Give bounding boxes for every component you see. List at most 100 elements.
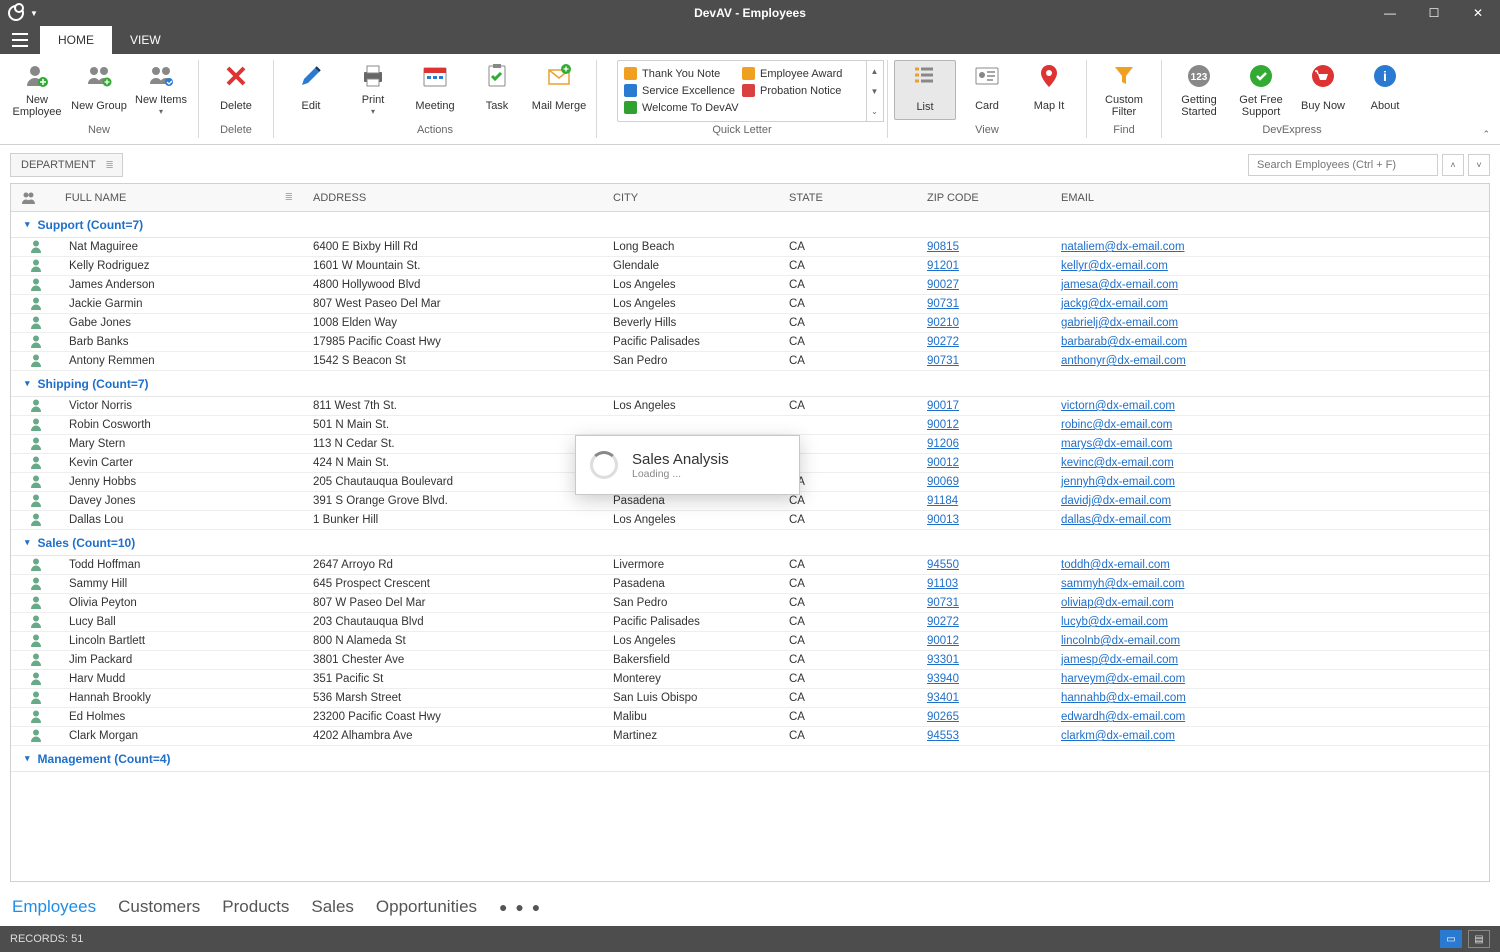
window-minimize-button[interactable]: —: [1368, 0, 1412, 26]
quick-letter-emp-award[interactable]: Employee Award: [742, 65, 860, 82]
column-header-icon[interactable]: [11, 191, 55, 205]
ribbon-tab-view[interactable]: VIEW: [112, 26, 179, 54]
group-header-support[interactable]: ▾Support (Count=7): [11, 212, 1489, 238]
edit-button[interactable]: Edit: [280, 60, 342, 118]
cell-address: 1601 W Mountain St.: [303, 260, 603, 272]
cell-email: davidj@dx-email.com: [1051, 495, 1351, 507]
cell-full-name: James Anderson: [55, 279, 303, 291]
table-row[interactable]: Sammy Hill645 Prospect CrescentPasadenaC…: [11, 575, 1489, 594]
cell-city: Los Angeles: [603, 279, 779, 291]
nav-customers[interactable]: Customers: [118, 897, 200, 917]
card-button[interactable]: Card: [956, 60, 1018, 118]
table-row[interactable]: Antony Remmen1542 S Beacon StSan PedroCA…: [11, 352, 1489, 371]
cell-address: 113 N Cedar St.: [303, 438, 603, 450]
ribbon-tab-home[interactable]: HOME: [40, 26, 112, 54]
buy-now-button[interactable]: Buy Now: [1292, 60, 1354, 118]
meeting-button[interactable]: Meeting: [404, 60, 466, 118]
column-header-email[interactable]: EMAIL: [1051, 192, 1351, 204]
column-header-address[interactable]: ADDRESS: [303, 192, 603, 204]
print-icon: [357, 62, 389, 90]
task-button[interactable]: Task: [466, 60, 528, 118]
table-row[interactable]: Gabe Jones1008 Elden WayBeverly HillsCA9…: [11, 314, 1489, 333]
table-row[interactable]: Jackie Garmin807 West Paseo Del MarLos A…: [11, 295, 1489, 314]
app-logo-icon[interactable]: [8, 5, 24, 21]
ribbon-group-quick-letter: Thank You NoteEmployee AwardService Exce…: [597, 54, 887, 144]
table-row[interactable]: Robin Cosworth501 N Main St.90012robinc@…: [11, 416, 1489, 435]
search-next-button[interactable]: ˅: [1468, 154, 1490, 176]
ribbon-group-devexpress: 123GettingStartedGet FreeSupportBuy Nowi…: [1162, 54, 1422, 144]
delete-button[interactable]: Delete: [205, 60, 267, 118]
department-filter-button[interactable]: DEPARTMENT: [10, 153, 123, 177]
table-row[interactable]: Kelly Rodriguez1601 W Mountain St.Glenda…: [11, 257, 1489, 276]
new-group-button[interactable]: New Group: [68, 60, 130, 118]
table-row[interactable]: Lucy Ball203 Chautauqua BlvdPacific Pali…: [11, 613, 1489, 632]
nav-opportunities[interactable]: Opportunities: [376, 897, 477, 917]
table-row[interactable]: Lincoln Bartlett800 N Alameda StLos Ange…: [11, 632, 1489, 651]
person-icon: [11, 614, 55, 631]
get-free-button[interactable]: Get FreeSupport: [1230, 60, 1292, 118]
quick-letter-svc-excel[interactable]: Service Excellence: [624, 82, 742, 99]
group-header-management[interactable]: ▾Management (Count=4): [11, 746, 1489, 772]
column-header-zip[interactable]: ZIP CODE: [917, 192, 1051, 204]
table-row[interactable]: Dallas Lou1 Bunker HillLos AngelesCA9001…: [11, 511, 1489, 530]
column-header-full_name[interactable]: FULL NAME: [55, 192, 303, 204]
quick-letter-up-icon[interactable]: ▲: [866, 61, 883, 81]
cell-zip: 90272: [917, 616, 1051, 628]
nav-sales[interactable]: Sales: [311, 897, 354, 917]
table-row[interactable]: Olivia Peyton807 W Paseo Del MarSan Pedr…: [11, 594, 1489, 613]
list-button[interactable]: List: [894, 60, 956, 120]
cell-email: harveym@dx-email.com: [1051, 673, 1351, 685]
table-row[interactable]: Clark Morgan4202 Alhambra AveMartinezCA9…: [11, 727, 1489, 746]
search-input[interactable]: [1248, 154, 1438, 176]
search-prev-button[interactable]: ˄: [1442, 154, 1464, 176]
cell-email: hannahb@dx-email.com: [1051, 692, 1351, 704]
table-row[interactable]: Hannah Brookly536 Marsh StreetSan Luis O…: [11, 689, 1489, 708]
column-header-city[interactable]: CITY: [603, 192, 779, 204]
ribbon-collapse-icon[interactable]: ⌃: [1482, 129, 1490, 140]
nav-products[interactable]: Products: [222, 897, 289, 917]
quick-letter-more-icon[interactable]: ⌄: [866, 101, 883, 121]
delete-icon: [220, 62, 252, 90]
window-close-button[interactable]: ✕: [1456, 0, 1500, 26]
table-row[interactable]: Todd Hoffman2647 Arroyo RdLivermoreCA945…: [11, 556, 1489, 575]
cell-full-name: Todd Hoffman: [55, 559, 303, 571]
cell-zip: 94553: [917, 730, 1051, 742]
window-maximize-button[interactable]: ☐: [1412, 0, 1456, 26]
mail-merge-button[interactable]: Mail Merge: [528, 60, 590, 118]
mapit-button[interactable]: Map It: [1018, 60, 1080, 118]
table-row[interactable]: Barb Banks17985 Pacific Coast HwyPacific…: [11, 333, 1489, 352]
group-header-shipping[interactable]: ▾Shipping (Count=7): [11, 371, 1489, 397]
table-row[interactable]: Nat Maguiree6400 E Bixby Hill RdLong Bea…: [11, 238, 1489, 257]
cell-city: Pasadena: [603, 495, 779, 507]
cell-zip: 90012: [917, 419, 1051, 431]
quick-letter-welcome[interactable]: Welcome To DevAV: [624, 99, 742, 116]
popup-title: Sales Analysis: [632, 451, 729, 468]
table-row[interactable]: Ed Holmes23200 Pacific Coast HwyMalibuCA…: [11, 708, 1489, 727]
app-menu-dropdown-icon[interactable]: ▼: [30, 9, 38, 18]
status-view-reading-button[interactable]: ▤: [1468, 930, 1490, 948]
about-button[interactable]: iAbout: [1354, 60, 1416, 118]
new-items-button[interactable]: New Items▾: [130, 60, 192, 118]
table-row[interactable]: James Anderson4800 Hollywood BlvdLos Ang…: [11, 276, 1489, 295]
getting-started-icon: 123: [1183, 62, 1215, 90]
new-employee-button[interactable]: New Employee: [6, 60, 68, 118]
getting-started-button[interactable]: 123GettingStarted: [1168, 60, 1230, 118]
cell-address: 6400 E Bixby Hill Rd: [303, 241, 603, 253]
nav-more-icon[interactable]: ● ● ●: [499, 899, 542, 915]
print-button[interactable]: Print▾: [342, 60, 404, 118]
column-header-state[interactable]: STATE: [779, 192, 917, 204]
grid-body[interactable]: ▾Support (Count=7)Nat Maguiree6400 E Bix…: [11, 212, 1489, 881]
quick-letter-down-icon[interactable]: ▼: [866, 81, 883, 101]
hamburger-menu-icon[interactable]: [0, 26, 40, 54]
quick-letter-thank-you[interactable]: Thank You Note: [624, 65, 742, 82]
nav-employees[interactable]: Employees: [12, 897, 96, 917]
status-view-normal-button[interactable]: ▭: [1440, 930, 1462, 948]
table-row[interactable]: Jim Packard3801 Chester AveBakersfieldCA…: [11, 651, 1489, 670]
person-icon: [11, 239, 55, 256]
group-header-sales[interactable]: ▾Sales (Count=10): [11, 530, 1489, 556]
quick-letter-probation[interactable]: Probation Notice: [742, 82, 860, 99]
cell-zip: 90815: [917, 241, 1051, 253]
custom-filter-button[interactable]: CustomFilter: [1093, 60, 1155, 118]
table-row[interactable]: Harv Mudd351 Pacific StMontereyCA93940ha…: [11, 670, 1489, 689]
table-row[interactable]: Victor Norris811 West 7th St.Los Angeles…: [11, 397, 1489, 416]
